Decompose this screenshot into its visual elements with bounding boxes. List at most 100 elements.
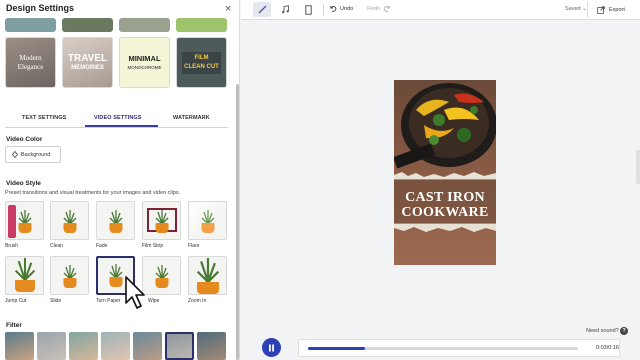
plant-icon: [196, 258, 219, 282]
pause-button[interactable]: [262, 338, 281, 357]
pot-shape: [63, 278, 76, 288]
pot-shape: [201, 223, 214, 233]
export-button[interactable]: Export: [587, 2, 640, 18]
filter-thumb[interactable]: [197, 332, 226, 360]
headline-line1: CAST IRON: [405, 190, 485, 205]
tab-text-settings[interactable]: TEXT SETTINGS: [22, 115, 66, 121]
pot-shape: [155, 278, 168, 288]
template-line1: Modern: [19, 53, 42, 62]
filter-thumb[interactable]: [37, 332, 66, 360]
style-label-jump-cut: Jump Cut: [5, 298, 27, 304]
redo-label: Redo: [367, 5, 381, 12]
filter-heading: Filter: [6, 322, 22, 329]
style-card-brush[interactable]: [5, 201, 44, 240]
timeline-progress: [308, 347, 365, 350]
pot-shape: [18, 223, 31, 233]
style-label-flare: Flare: [188, 243, 200, 249]
template-line1: MINIMAL: [128, 53, 161, 63]
headline-line2: COOKWARE: [401, 205, 489, 220]
style-card-jump-cut[interactable]: [5, 256, 44, 295]
style-label-wipe: Wipe: [148, 298, 160, 304]
pot-shape: [63, 223, 76, 233]
undo-icon: [330, 5, 337, 12]
preview-headline: CAST IRON COOKWARE: [394, 190, 496, 220]
tab-video-settings[interactable]: VIDEO SETTINGS: [94, 115, 142, 121]
timeline-track[interactable]: [308, 347, 578, 350]
filter-thumb[interactable]: [69, 332, 98, 360]
need-sound-link[interactable]: Need sound?: [586, 328, 619, 334]
style-label-zoom-in: Zoom In: [188, 298, 207, 304]
portrait-frame-icon: [304, 4, 312, 15]
pause-icon: [269, 344, 274, 351]
template-minimal-monochrome[interactable]: MINIMAL MONOCHROME: [119, 37, 170, 88]
video-color-heading: Video Color: [6, 136, 43, 143]
paint-bucket-icon: [12, 151, 18, 158]
redo-button[interactable]: Redo: [367, 5, 391, 12]
filter-thumb[interactable]: [101, 332, 130, 360]
filter-thumb-selected[interactable]: [165, 332, 194, 360]
template-thumb-partial[interactable]: [176, 18, 227, 32]
template-line2: Elegance: [17, 62, 44, 71]
style-card-film-strip[interactable]: [142, 201, 181, 240]
design-settings-panel: Design Settings × Modern Elegance TRAVEL…: [0, 0, 240, 360]
style-card-clean[interactable]: [50, 201, 89, 240]
template-line1: FILM: [194, 54, 209, 61]
panel-scrollbar[interactable]: [236, 84, 239, 360]
template-film-clean-cut[interactable]: FILM CLEAN CUT: [176, 37, 227, 88]
background-button[interactable]: Background: [5, 146, 61, 163]
settings-tabs: TEXT SETTINGS VIDEO SETTINGS WATERMARK: [5, 112, 228, 128]
pot-shape: [14, 280, 35, 292]
filter-thumb[interactable]: [5, 332, 34, 360]
style-label-slide: Slide: [50, 298, 62, 304]
music-note-icon: [281, 5, 289, 14]
panel-title: Design Settings: [6, 3, 75, 13]
style-card-zoom-in[interactable]: [188, 256, 227, 295]
layout-tool-button[interactable]: [299, 2, 317, 17]
timeline-bar[interactable]: 0:03/0:16: [298, 339, 620, 357]
template-thumb-partial[interactable]: [62, 18, 113, 32]
plant-icon: [14, 258, 35, 280]
template-line2: MEMORIES: [71, 64, 104, 71]
template-thumb-partial[interactable]: [119, 18, 170, 32]
pot-shape: [109, 277, 122, 287]
style-card-fade[interactable]: [96, 201, 135, 240]
plant-icon: [155, 265, 168, 279]
plant-icon: [18, 210, 31, 224]
toolbar-divider: [323, 4, 324, 16]
pot-shape: [155, 223, 168, 233]
save-status-label: Saved: [565, 6, 581, 12]
help-icon[interactable]: ?: [620, 327, 628, 335]
pot-shape: [196, 282, 219, 294]
export-icon: [597, 6, 605, 14]
template-line2: CLEAN CUT: [184, 63, 219, 70]
time-readout: 0:03/0:16: [596, 345, 619, 351]
style-card-slide[interactable]: [50, 256, 89, 295]
pencil-icon: [258, 5, 266, 14]
plant-icon: [63, 265, 76, 279]
design-tool-button[interactable]: [253, 2, 271, 17]
style-label-fade: Fade: [96, 243, 108, 249]
template-thumb-partial[interactable]: [5, 18, 56, 32]
style-label-film-strip: Film Strip: [142, 243, 164, 249]
mouse-pointer-icon: [125, 276, 145, 309]
side-panel-handle[interactable]: [636, 150, 640, 184]
pot-shape: [109, 223, 122, 233]
style-card-flare[interactable]: [188, 201, 227, 240]
music-tool-button[interactable]: [276, 2, 294, 17]
close-icon[interactable]: ×: [225, 4, 231, 15]
video-style-description: Preset transitions and visual treatments…: [5, 190, 181, 196]
template-modern-elegance[interactable]: Modern Elegance: [5, 37, 56, 88]
redo-icon: [383, 5, 391, 12]
template-travel-memories[interactable]: TRAVEL MEMORIES: [62, 37, 113, 88]
active-tab-indicator: [85, 125, 158, 127]
plant-icon: [109, 264, 122, 278]
export-label: Export: [609, 7, 625, 13]
filter-thumb[interactable]: [133, 332, 162, 360]
editor-toolbar: Undo Redo Saved ⌄ Export: [241, 0, 640, 20]
tab-watermark[interactable]: WATERMARK: [173, 115, 210, 121]
preview-image: [394, 80, 496, 265]
video-preview-canvas[interactable]: CAST IRON COOKWARE: [394, 80, 496, 265]
plant-icon: [201, 210, 214, 224]
save-status[interactable]: Saved ⌄: [565, 6, 587, 12]
undo-button[interactable]: Undo: [330, 5, 353, 12]
